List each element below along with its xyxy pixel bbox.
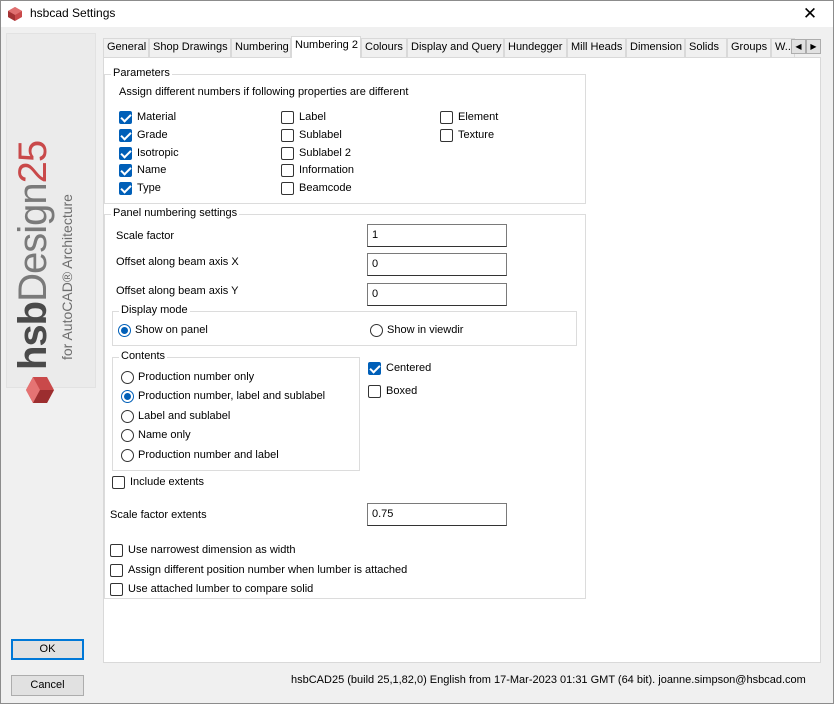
checkbox-label-text: Use narrowest dimension as width <box>128 544 296 556</box>
radio-label: Show in viewdir <box>387 324 464 336</box>
tab-groups[interactable]: Groups <box>727 38 771 57</box>
checkbox-label: Type <box>137 182 161 194</box>
radio-dot <box>121 449 134 462</box>
contents-group: Contents Production number only Producti… <box>112 350 360 471</box>
window-title: hsbcad Settings <box>30 6 116 20</box>
tab-colours[interactable]: Colours <box>361 38 407 57</box>
checkbox-label-text: Label <box>299 111 326 123</box>
checkbox-label-text: Sublabel 2 <box>299 147 351 159</box>
tab-numbering[interactable]: Numbering <box>231 38 291 57</box>
offset-y-input[interactable]: 0 <box>367 283 507 306</box>
radio-dot <box>121 429 134 442</box>
checkbox-box <box>281 129 294 142</box>
brand-subtitle: for AutoCAD® Architecture <box>59 194 75 360</box>
checkbox-box <box>368 362 381 375</box>
checkbox-label-text: Element <box>458 111 499 123</box>
status-text: hsbCAD25 (build 25,1,82,0) English from … <box>291 674 806 686</box>
radio-label: Show on panel <box>135 324 208 336</box>
tab-page-numbering-2: Parameters Assign different numbers if f… <box>103 57 821 663</box>
tab-shop-drawings[interactable]: Shop Drawings <box>149 38 231 57</box>
checkbox-label-text: Assign different position number when lu… <box>128 564 408 576</box>
cancel-button[interactable]: Cancel <box>11 675 84 696</box>
tab-solids[interactable]: Solids <box>685 38 727 57</box>
scale-extents-label: Scale factor extents <box>110 509 207 521</box>
checkbox-box <box>119 182 132 195</box>
hsbcad-logo-icon <box>8 7 22 21</box>
ok-button[interactable]: OK <box>11 639 84 660</box>
checkbox-label-text: Information <box>299 164 355 176</box>
parameters-group-label: Parameters <box>111 67 172 79</box>
checkbox-label: Name <box>137 164 167 176</box>
radio-dot <box>118 324 131 337</box>
display-mode-label: Display mode <box>119 304 190 316</box>
tab-general[interactable]: General <box>103 38 149 57</box>
tab-hundegger[interactable]: Hundegger <box>504 38 567 57</box>
radio-dot <box>121 371 134 384</box>
checkbox-label-text: Use attached lumber to compare solid <box>128 583 314 595</box>
checkbox-box <box>110 564 123 577</box>
checkbox-label-text: Boxed <box>386 385 418 397</box>
radio-label: Production number, label and sublabel <box>138 390 326 402</box>
brand-panel: hsbDesign25 for AutoCAD® Architecture <box>6 33 96 403</box>
settings-window: hsbcad Settings ✕ hsbDesign25 for AutoCA… <box>0 0 834 704</box>
panel-numbering-group: Panel numbering settings Scale factor 1 … <box>104 207 586 599</box>
parameters-hint: Assign different numbers if following pr… <box>119 86 409 98</box>
radio-label: Label and sublabel <box>138 410 231 422</box>
panel-numbering-group-label: Panel numbering settings <box>111 207 240 219</box>
radio-label: Production number and label <box>138 449 279 461</box>
radio-dot <box>121 410 134 423</box>
title-bar: hsbcad Settings ✕ <box>1 1 833 27</box>
checkbox-label-text: Include extents <box>130 476 204 488</box>
checkbox-label-text: Sublabel <box>299 129 342 141</box>
brand-banner: hsbDesign25 for AutoCAD® Architecture <box>9 72 89 412</box>
checkbox-box <box>119 111 132 124</box>
radio-label: Name only <box>138 429 191 441</box>
tab-scroll-right-icon[interactable]: ▶ <box>806 39 821 54</box>
tab-strip: General Shop Drawings Numbering Numberin… <box>103 36 821 58</box>
radio-label: Production number only <box>138 371 255 383</box>
checkbox-label: Isotropic <box>137 147 179 159</box>
checkbox-box <box>281 182 294 195</box>
brand-part-hsb: hsb <box>11 301 55 370</box>
checkbox-box <box>440 111 453 124</box>
tab-scroll-left-icon[interactable]: ◀ <box>791 39 806 54</box>
radio-dot <box>370 324 383 337</box>
brand-part-version: 25 <box>11 140 55 184</box>
scale-factor-input[interactable]: 1 <box>367 224 507 247</box>
tab-dimension[interactable]: Dimension <box>626 38 685 57</box>
checkbox-box <box>281 164 294 177</box>
checkbox-label: Grade <box>137 129 168 141</box>
tab-display-and-query[interactable]: Display and Query <box>407 38 504 57</box>
brand-title: hsbDesign25 <box>11 141 56 370</box>
scale-factor-label: Scale factor <box>116 230 175 242</box>
hsbdesign-logo-icon <box>26 377 54 403</box>
parameters-group: Parameters Assign different numbers if f… <box>104 67 586 204</box>
tab-mill-heads[interactable]: Mill Heads <box>567 38 626 57</box>
offset-x-input[interactable]: 0 <box>367 253 507 276</box>
checkbox-label-text: Texture <box>458 129 495 141</box>
checkbox-box <box>119 164 132 177</box>
tab-numbering-2[interactable]: Numbering 2 <box>291 36 361 58</box>
checkbox-box <box>281 111 294 124</box>
checkbox-box <box>112 476 125 489</box>
contents-label: Contents <box>119 350 168 362</box>
close-icon[interactable]: ✕ <box>787 1 833 27</box>
checkbox-box <box>440 129 453 142</box>
checkbox-label-text: Beamcode <box>299 182 352 194</box>
offset-y-label: Offset along beam axis Y <box>116 285 239 297</box>
brand-part-design: Design <box>11 183 55 302</box>
radio-dot <box>121 390 134 403</box>
checkbox-box <box>119 129 132 142</box>
offset-x-label: Offset along beam axis X <box>116 256 239 268</box>
checkbox-label: Material <box>137 111 177 123</box>
checkbox-box <box>110 544 123 557</box>
checkbox-box <box>119 147 132 160</box>
checkbox-box <box>110 583 123 596</box>
checkbox-box <box>368 385 381 398</box>
checkbox-box <box>281 147 294 160</box>
display-mode-group: Display mode Show on panel Show in viewd… <box>112 304 577 346</box>
scale-extents-input[interactable]: 0.75 <box>367 503 507 526</box>
checkbox-label-text: Centered <box>386 362 432 374</box>
